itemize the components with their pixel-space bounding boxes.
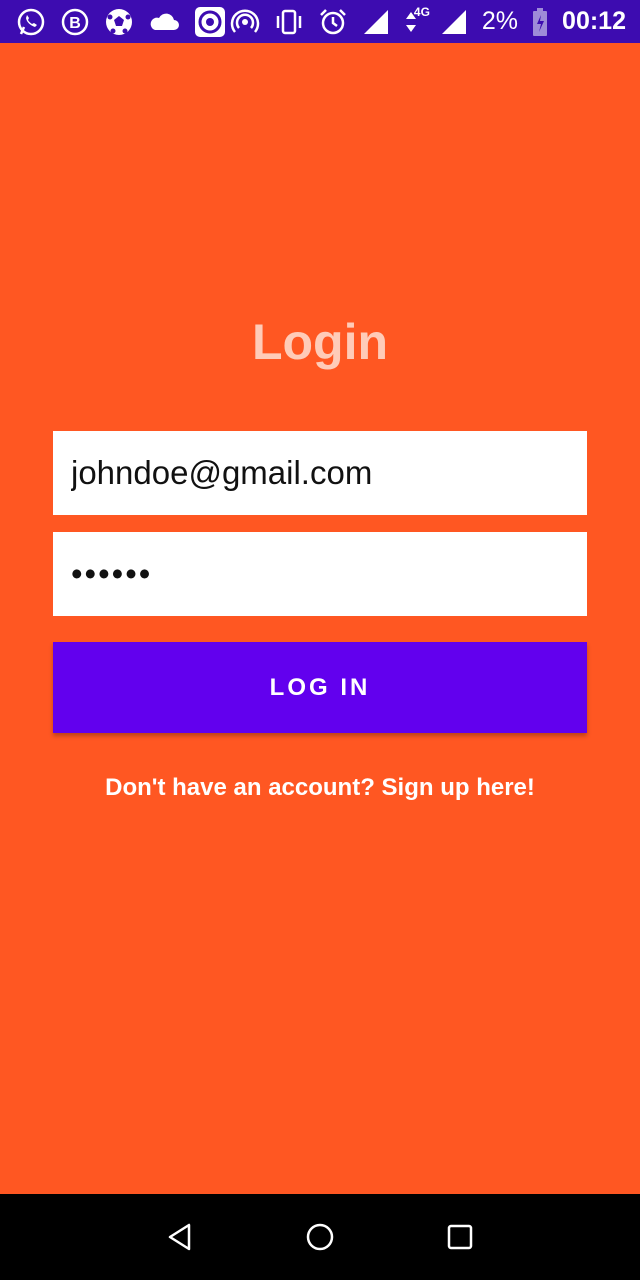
battery-icon — [532, 7, 548, 37]
status-bar-notifications: B — [16, 6, 226, 37]
signal-2-icon — [440, 7, 468, 37]
vibrate-icon — [274, 7, 304, 37]
recents-button[interactable] — [430, 1207, 490, 1267]
navigation-bar — [0, 1194, 640, 1280]
cloud-icon — [148, 7, 180, 37]
page-title: Login — [251, 314, 389, 370]
signal-icon — [362, 7, 390, 37]
email-field[interactable] — [53, 431, 587, 515]
network-4g-icon: 4G — [404, 5, 430, 37]
login-screen: Login LOG IN Don't have an account? Sign… — [0, 43, 640, 1194]
back-button[interactable] — [150, 1207, 210, 1267]
hotspot-icon — [230, 7, 260, 37]
clock-time: 00:12 — [562, 7, 626, 35]
home-button[interactable] — [290, 1207, 350, 1267]
signup-link[interactable]: Don't have an account? Sign up here! — [0, 774, 640, 802]
battery-percent: 2% — [481, 7, 519, 35]
alarm-icon — [318, 7, 348, 37]
b-badge-icon: B — [60, 7, 90, 37]
home-icon — [306, 1223, 334, 1251]
back-icon — [168, 1223, 191, 1251]
password-field[interactable] — [53, 532, 587, 616]
network-label: 4G — [413, 4, 430, 19]
soccer-ball-icon — [104, 7, 134, 37]
whatsapp-icon — [16, 7, 46, 37]
recents-icon — [447, 1224, 473, 1250]
status-bar-system: 4G 2% 00:12 — [230, 5, 626, 37]
target-app-icon — [194, 6, 226, 37]
status-bar: B 4G 2% 00:12 — [0, 0, 640, 43]
login-button[interactable]: LOG IN — [53, 642, 587, 733]
svg-text:B: B — [69, 15, 81, 32]
